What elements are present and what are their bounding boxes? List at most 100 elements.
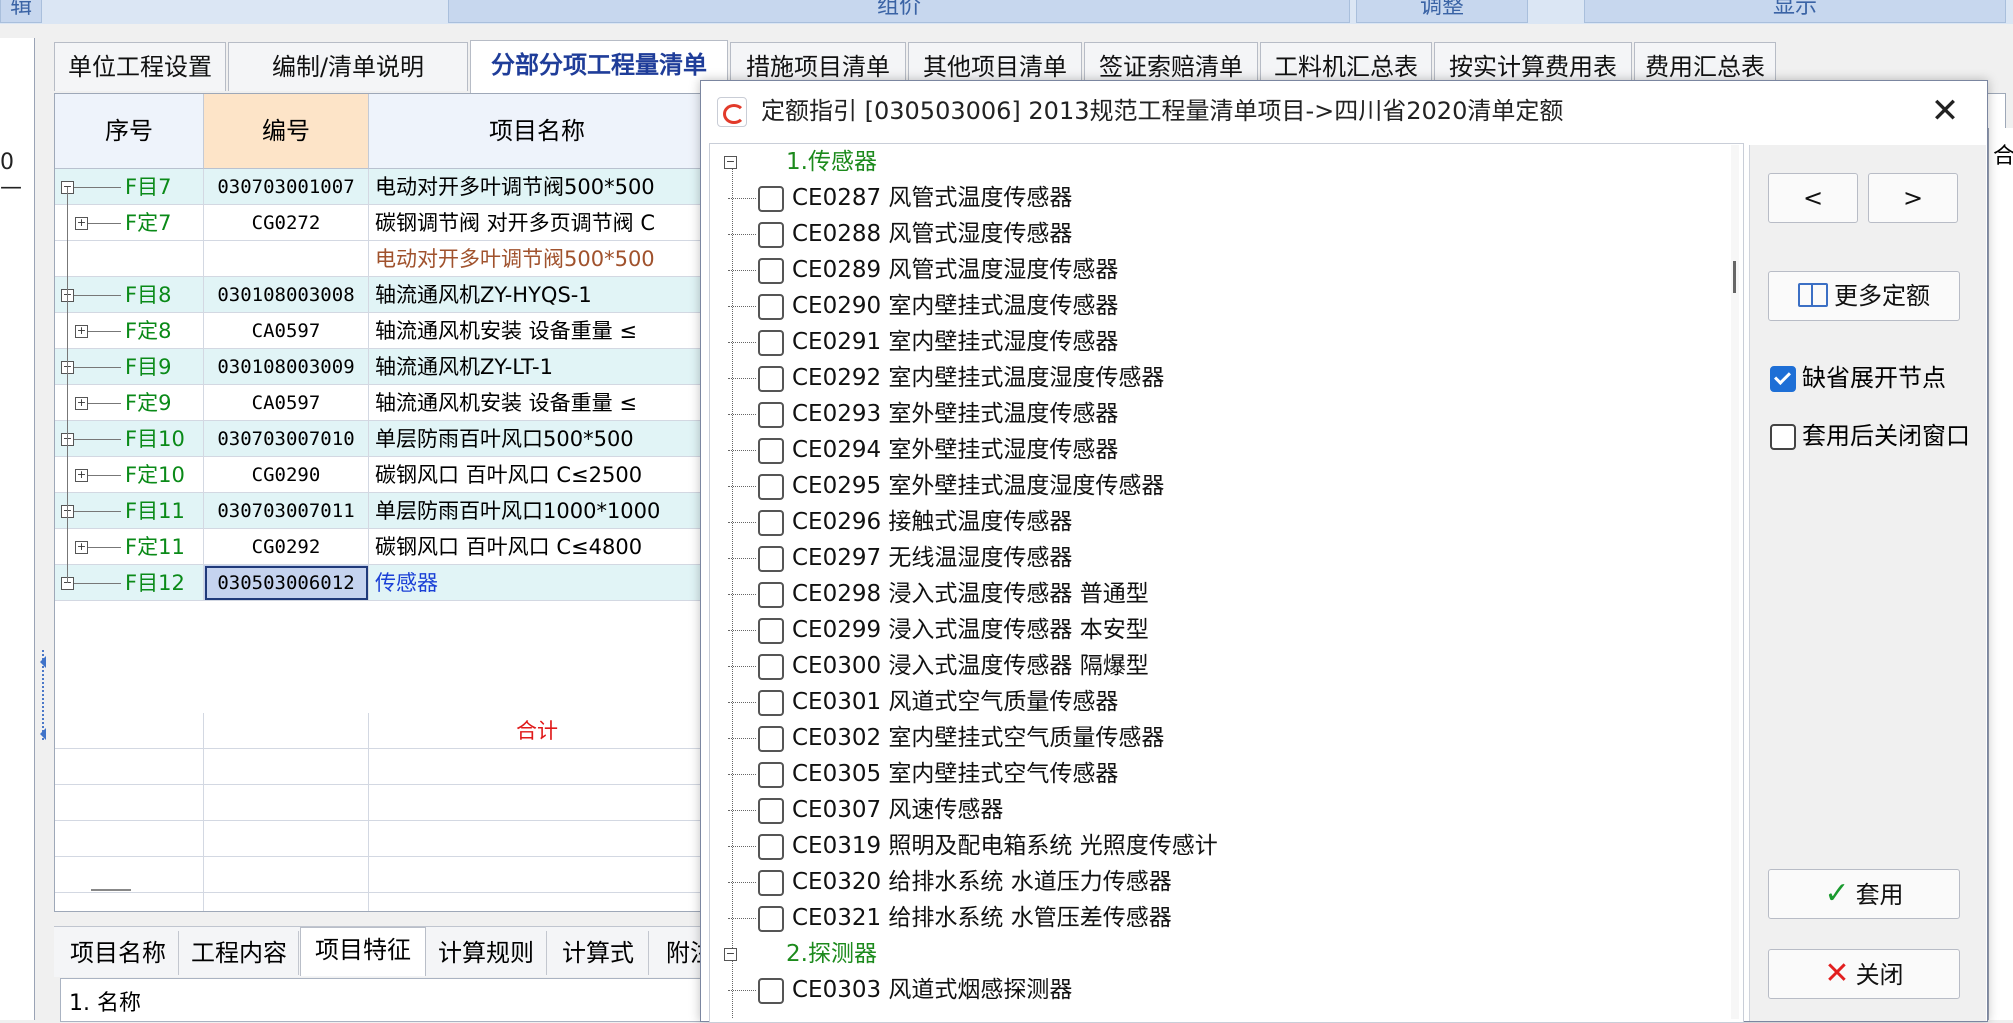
empty-cell[interactable] bbox=[55, 857, 204, 893]
row-code[interactable]: 030703001007 bbox=[204, 169, 369, 205]
tree-item[interactable]: CE0295 室外壁挂式温度湿度传感器 bbox=[710, 468, 1710, 504]
apply-button[interactable]: ✓ 套用 bbox=[1768, 869, 1960, 919]
tree-item-checkbox[interactable] bbox=[758, 906, 784, 932]
panel-splitter[interactable] bbox=[40, 650, 48, 740]
tree-item[interactable]: CE0296 接触式温度传感器 bbox=[710, 504, 1710, 540]
next-button[interactable]: > bbox=[1868, 173, 1958, 223]
row-seq[interactable]: + F定7 bbox=[55, 205, 204, 241]
tree-item-checkbox[interactable] bbox=[758, 438, 784, 464]
row-seq[interactable]: − F目11 bbox=[55, 493, 204, 529]
dialog-close-icon[interactable]: ✕ bbox=[1923, 89, 1967, 133]
empty-cell[interactable] bbox=[204, 821, 369, 857]
empty-row[interactable] bbox=[55, 785, 706, 821]
collapse-icon[interactable]: − bbox=[724, 156, 737, 169]
tree-item-checkbox[interactable] bbox=[758, 258, 784, 284]
header-seq[interactable]: 序号 bbox=[55, 94, 204, 169]
tree-item[interactable]: CE0319 照明及配电箱系统 光照度传感计 bbox=[710, 828, 1710, 864]
tab-compile-notes[interactable]: 编制/清单说明 bbox=[228, 42, 468, 91]
table-row[interactable]: + F定9 CA0597 轴流通风机安装 设备重量 ≤ bbox=[55, 385, 706, 421]
tree-item[interactable]: CE0301 风道式空气质量传感器 bbox=[710, 684, 1710, 720]
row-seq[interactable]: + F定11 bbox=[55, 529, 204, 565]
close-button[interactable]: ✕ 关闭 bbox=[1768, 949, 1960, 999]
tree-item[interactable]: CE0288 风管式湿度传感器 bbox=[710, 216, 1710, 252]
tree-item[interactable]: CE0321 给排水系统 水管压差传感器 bbox=[710, 900, 1710, 936]
header-code[interactable]: 编号 bbox=[204, 94, 369, 169]
row-code[interactable] bbox=[204, 241, 369, 277]
header-name[interactable]: 项目名称 bbox=[369, 94, 706, 169]
tree-item[interactable]: CE0305 室内壁挂式空气传感器 bbox=[710, 756, 1710, 792]
row-code[interactable]: CG0292 bbox=[204, 529, 369, 565]
empty-cell[interactable] bbox=[55, 821, 204, 857]
dialog-titlebar[interactable]: 定额指引 [030503006] 2013规范工程量清单项目->四川省2020清… bbox=[701, 81, 1987, 141]
empty-cell[interactable] bbox=[204, 785, 369, 821]
row-seq[interactable]: + F定8 bbox=[55, 313, 204, 349]
tree-item[interactable]: CE0293 室外壁挂式温度传感器 bbox=[710, 396, 1710, 432]
tree-item-checkbox[interactable] bbox=[758, 690, 784, 716]
tree-item-checkbox[interactable] bbox=[758, 798, 784, 824]
tree-item[interactable]: CE0302 室内壁挂式空气质量传感器 bbox=[710, 720, 1710, 756]
table-row[interactable]: − F目12 030503006012 传感器 bbox=[55, 565, 706, 601]
empty-cell[interactable] bbox=[204, 857, 369, 893]
tree-item-checkbox[interactable] bbox=[758, 510, 784, 536]
expand-icon[interactable]: + bbox=[75, 325, 88, 338]
tree-item[interactable]: CE0292 室内壁挂式温度湿度传感器 bbox=[710, 360, 1710, 396]
empty-cell[interactable] bbox=[369, 857, 706, 893]
ribbon-display-button[interactable]: 显示 bbox=[1584, 0, 2006, 23]
table-row[interactable]: − F目11 030703007011 单层防雨百叶风口1000*1000 bbox=[55, 493, 706, 529]
ribbon-pricing-button[interactable]: 组价 bbox=[448, 0, 1350, 23]
tree-item[interactable]: CE0307 风速传感器 bbox=[710, 792, 1710, 828]
tab-calc-rules[interactable]: 计算规则 bbox=[426, 931, 547, 975]
row-seq[interactable]: − F目12 bbox=[55, 565, 204, 601]
row-seq[interactable]: − F目8 bbox=[55, 277, 204, 313]
row-code[interactable]: CG0272 bbox=[204, 205, 369, 241]
row-name[interactable]: 电动对开多叶调节阀500*500 bbox=[369, 241, 706, 277]
expand-icon[interactable]: + bbox=[75, 469, 88, 482]
ribbon-edit-button[interactable]: 辑 bbox=[0, 0, 42, 23]
tree-item-checkbox[interactable] bbox=[758, 618, 784, 644]
tab-unit-settings[interactable]: 单位工程设置 bbox=[54, 42, 226, 91]
tab-item-name[interactable]: 项目名称 bbox=[58, 931, 179, 975]
table-row[interactable]: − F目7 030703001007 电动对开多叶调节阀500*500 bbox=[55, 169, 706, 205]
tree-item-checkbox[interactable] bbox=[758, 978, 784, 1004]
table-row[interactable]: + F定7 CG0272 碳钢调节阀 对开多页调节阀 C bbox=[55, 205, 706, 241]
tree-item[interactable]: CE0289 风管式温度湿度传感器 bbox=[710, 252, 1710, 288]
collapse-icon[interactable]: − bbox=[724, 948, 737, 961]
tree-item-checkbox[interactable] bbox=[758, 294, 784, 320]
row-name[interactable]: 单层防雨百叶风口1000*1000 bbox=[369, 493, 706, 529]
tree-item[interactable]: CE0294 室外壁挂式湿度传感器 bbox=[710, 432, 1710, 468]
expand-icon[interactable]: + bbox=[75, 541, 88, 554]
row-code[interactable]: 030108003009 bbox=[204, 349, 369, 385]
row-seq[interactable]: − F目7 bbox=[55, 169, 204, 205]
expand-nodes-check-box[interactable] bbox=[1770, 366, 1796, 392]
tree-item-checkbox[interactable] bbox=[758, 330, 784, 356]
feature-text-area[interactable]: 1. 名称 bbox=[60, 978, 702, 1022]
empty-row[interactable] bbox=[55, 749, 706, 785]
row-name[interactable]: 轴流通风机ZY-HYQS-1 bbox=[369, 277, 706, 313]
row-name[interactable]: 轴流通风机ZY-LT-1 bbox=[369, 349, 706, 385]
empty-row[interactable] bbox=[55, 893, 706, 911]
tab-item-features[interactable]: 项目特征 bbox=[300, 927, 426, 976]
tree-group[interactable]: − 1.传感器 bbox=[710, 144, 1710, 180]
tree-item[interactable]: CE0320 给排水系统 水道压力传感器 bbox=[710, 864, 1710, 900]
table-row[interactable]: − F目10 030703007010 单层防雨百叶风口500*500 bbox=[55, 421, 706, 457]
expand-icon[interactable]: + bbox=[75, 397, 88, 410]
row-name[interactable]: 轴流通风机安装 设备重量 ≤ bbox=[369, 313, 706, 349]
tree-item[interactable]: CE0303 风道式烟感探测器 bbox=[710, 972, 1710, 1008]
empty-cell[interactable] bbox=[369, 893, 706, 911]
row-code[interactable]: CA0597 bbox=[204, 313, 369, 349]
tree-item-checkbox[interactable] bbox=[758, 582, 784, 608]
tree-item-checkbox[interactable] bbox=[758, 222, 784, 248]
tab-work-content[interactable]: 工程内容 bbox=[180, 931, 299, 975]
empty-cell[interactable] bbox=[204, 893, 369, 911]
row-name[interactable]: 碳钢风口 百叶风口 C≤4800 bbox=[369, 529, 706, 565]
row-code[interactable]: 030108003008 bbox=[204, 277, 369, 313]
row-name[interactable]: 传感器 bbox=[369, 565, 706, 601]
tree-item[interactable]: CE0299 浸入式温度传感器 本安型 bbox=[710, 612, 1710, 648]
row-name[interactable]: 单层防雨百叶风口500*500 bbox=[369, 421, 706, 457]
row-seq[interactable]: + F定9 bbox=[55, 385, 204, 421]
tree-item-checkbox[interactable] bbox=[758, 762, 784, 788]
row-name[interactable]: 碳钢风口 百叶风口 C≤2500 bbox=[369, 457, 706, 493]
row-name[interactable]: 轴流通风机安装 设备重量 ≤ bbox=[369, 385, 706, 421]
tree-item[interactable]: CE0291 室内壁挂式湿度传感器 bbox=[710, 324, 1710, 360]
grid-resize-handle[interactable] bbox=[91, 889, 131, 891]
